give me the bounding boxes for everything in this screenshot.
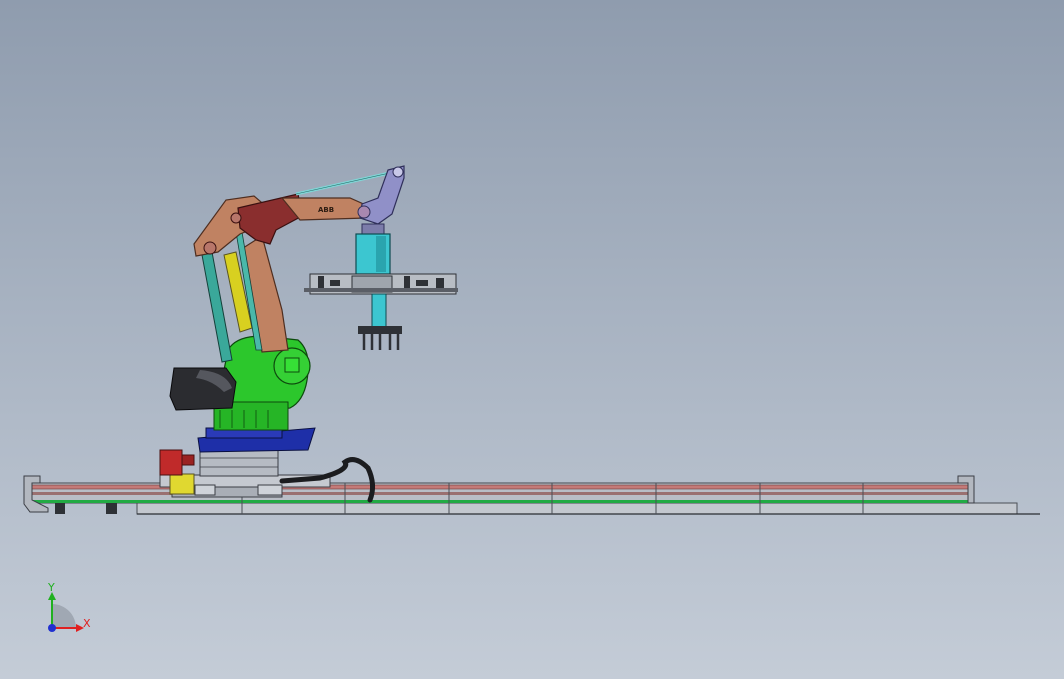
track-base-plate xyxy=(136,502,1018,515)
tool-frame-bar xyxy=(304,288,458,292)
robot-track-assembly: ABB Y X xyxy=(23,165,1040,632)
tool-flange xyxy=(361,223,385,235)
arm-brand-mark: ABB xyxy=(318,206,334,214)
motor-box-yellow xyxy=(169,473,195,495)
axis3-pivot xyxy=(230,212,242,224)
cad-viewport[interactable]: ABB Y X xyxy=(0,0,1064,679)
y-axis-label: Y xyxy=(47,581,55,594)
motor-red-housing xyxy=(159,449,183,476)
suction-cups xyxy=(362,334,400,350)
carriage-pad xyxy=(194,484,216,496)
gripper-tool xyxy=(304,223,458,350)
rail-foot-1 xyxy=(55,503,65,514)
wrist-pivot xyxy=(392,166,404,178)
upper-arm-end-pivot xyxy=(357,205,371,219)
carriage-pad-2 xyxy=(257,484,283,496)
triad-quarter-disc xyxy=(52,604,76,628)
rail-foot-2 xyxy=(106,503,117,514)
rail-green-strip xyxy=(32,500,968,503)
elbow-pivot xyxy=(203,241,217,255)
robot-base xyxy=(169,335,311,431)
tool-column-stripe xyxy=(376,236,386,272)
tool-post-cyan xyxy=(371,293,387,329)
z-axis-dot xyxy=(48,624,56,632)
coordinate-triad: Y X xyxy=(47,581,91,632)
suction-bar xyxy=(358,326,402,334)
x-axis-label: X xyxy=(83,617,91,630)
motor-red-cap xyxy=(181,454,195,466)
axis2-cap xyxy=(284,357,300,373)
